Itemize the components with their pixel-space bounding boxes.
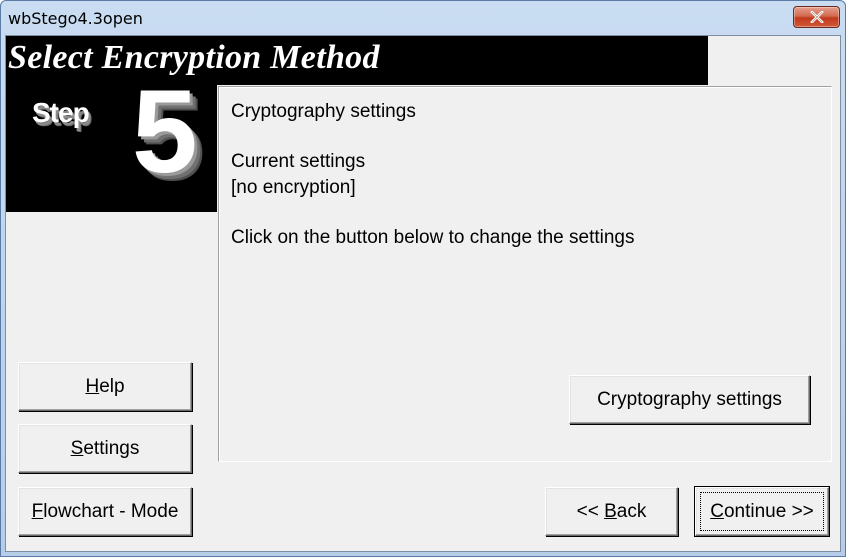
cryptography-settings-button-label: Cryptography settings	[597, 388, 782, 410]
step-number: 5	[132, 66, 198, 198]
back-button-prefix: <<	[576, 500, 605, 522]
back-button[interactable]: << Back	[545, 487, 678, 536]
settings-button-mnemonic: S	[70, 437, 84, 459]
back-button-mnemonic: B	[604, 500, 617, 522]
content-panel: Cryptography settings Current settings […	[218, 86, 832, 462]
title-bar[interactable]: wbStego4.3open	[1, 1, 845, 35]
back-button-label: ack	[616, 500, 647, 522]
step-indicator: Step 5	[6, 73, 217, 212]
current-settings-value: [no encryption]	[231, 177, 356, 198]
help-button-label: elp	[99, 375, 125, 397]
step-label: Step	[32, 97, 90, 128]
section-heading: Cryptography settings	[231, 101, 416, 122]
application-window: wbStego4.3open Select Encryption Method …	[0, 0, 846, 557]
window-title: wbStego4.3open	[8, 9, 143, 28]
header-banner: Select Encryption Method	[6, 36, 708, 85]
flowchart-mode-button[interactable]: Flowchart - Mode	[18, 487, 192, 536]
current-settings-label: Current settings	[231, 151, 366, 172]
flowchart-mode-button-mnemonic: F	[31, 500, 44, 522]
flowchart-mode-button-label: lowchart - Mode	[43, 500, 179, 522]
settings-button-label: ettings	[83, 437, 140, 459]
help-button-mnemonic: H	[85, 375, 100, 397]
cryptography-settings-button[interactable]: Cryptography settings	[569, 375, 810, 424]
close-icon	[809, 11, 824, 23]
settings-button[interactable]: Settings	[18, 424, 192, 473]
continue-button[interactable]: Continue >>	[694, 486, 830, 537]
focus-rectangle	[700, 492, 824, 531]
instruction-text: Click on the button below to change the …	[231, 227, 635, 248]
help-button[interactable]: Help	[18, 362, 192, 411]
close-button[interactable]	[793, 6, 840, 28]
wizard-client-area: Select Encryption Method Step 5 Cryptogr…	[5, 35, 841, 552]
